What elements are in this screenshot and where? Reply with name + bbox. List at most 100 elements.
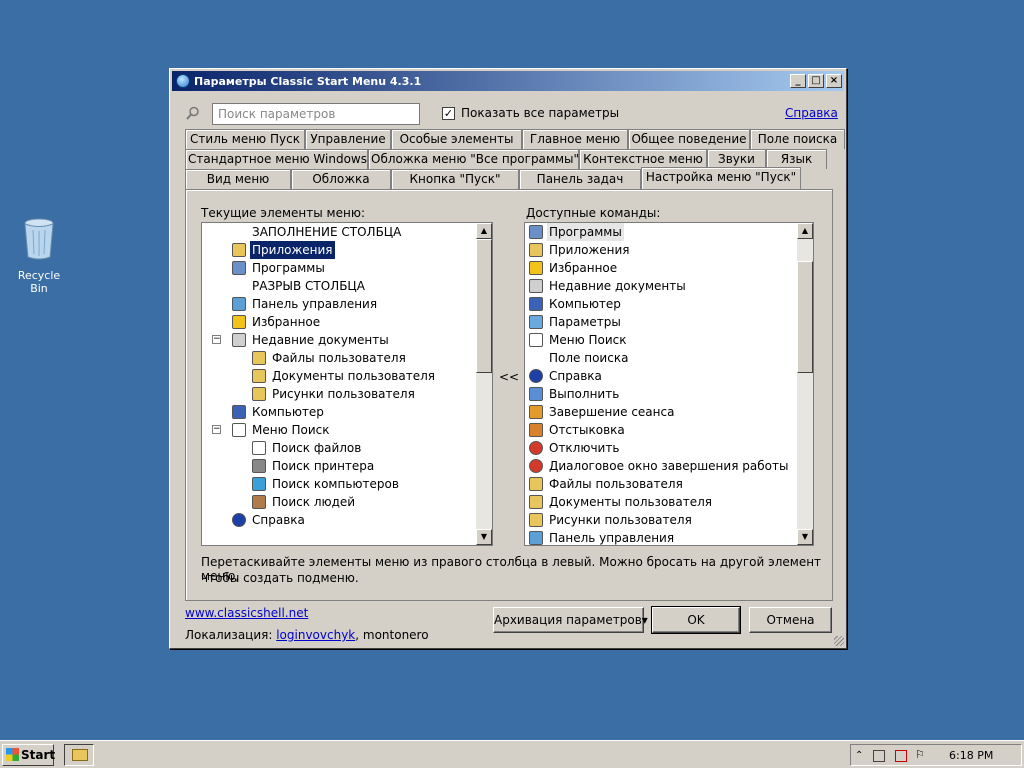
close-button[interactable]: × (826, 74, 842, 88)
tab-menu-look[interactable]: Вид меню (185, 169, 291, 189)
show-all-checkbox[interactable]: ✓ (442, 107, 455, 120)
list-item[interactable]: Панель управления (525, 529, 813, 545)
current-items-list: ЗАПОЛНЕНИЕ СТОЛБЦА Приложения Программы РАЗ… (202, 223, 492, 529)
start-button[interactable]: Start (2, 744, 56, 766)
tree-item[interactable]: Документы пользователя (202, 367, 492, 385)
clock[interactable]: 6:18 PM (949, 749, 993, 762)
website-link[interactable]: www.classicshell.net (185, 606, 308, 620)
tree-item[interactable]: − Меню Поиск (202, 421, 492, 439)
tree-item[interactable]: − Недавние документы (202, 331, 492, 349)
tree-item[interactable]: ЗАПОЛНЕНИЕ СТОЛБЦА (202, 223, 492, 241)
list-item[interactable]: Избранное (525, 259, 813, 277)
tab-customize-start-menu[interactable]: Настройка меню "Пуск" (641, 167, 801, 189)
tab-search-box[interactable]: Поле поиска (750, 129, 845, 149)
item-label: Документы пользователя (272, 369, 435, 383)
tab-context-menu[interactable]: Контекстное меню (579, 149, 707, 169)
scroll-down-arrow-icon[interactable]: ▼ (476, 529, 492, 545)
network-icon[interactable] (873, 750, 885, 762)
tab-start-menu-style[interactable]: Стиль меню Пуск (185, 129, 305, 149)
scroll-thumb[interactable] (797, 261, 813, 373)
list-item[interactable]: Приложения (525, 241, 813, 259)
tab-language[interactable]: Язык (766, 149, 827, 169)
volume-muted-icon[interactable] (895, 750, 907, 762)
list-item[interactable]: Файлы пользователя (525, 475, 813, 493)
tab-sounds[interactable]: Звуки (707, 149, 766, 169)
tree-item[interactable]: Избранное (202, 313, 492, 331)
scroll-down-arrow-icon[interactable]: ▼ (797, 529, 813, 545)
item-label: Меню Поиск (252, 423, 330, 437)
minimize-button[interactable]: _ (790, 74, 806, 88)
expander-icon[interactable]: − (212, 335, 221, 344)
maximize-button[interactable]: □ (808, 74, 824, 88)
list-item[interactable]: Отключить (525, 439, 813, 457)
list-item[interactable]: Рисунки пользователя (525, 511, 813, 529)
list-item[interactable]: Выполнить (525, 385, 813, 403)
tree-item[interactable]: Справка (202, 511, 492, 529)
start-label: Start (21, 748, 56, 762)
ok-button[interactable]: OK (651, 606, 741, 634)
tree-item[interactable]: Рисунки пользователя (202, 385, 492, 403)
tab-skin[interactable]: Обложка (291, 169, 391, 189)
list-item[interactable]: Программы (525, 223, 813, 241)
tree-item[interactable]: Поиск принтера (202, 457, 492, 475)
tree-item[interactable]: РАЗРЫВ СТОЛБЦА (202, 277, 492, 295)
tree-item[interactable]: Файлы пользователя (202, 349, 492, 367)
list-item[interactable]: Меню Поиск (525, 331, 813, 349)
tree-item[interactable]: Поиск людей (202, 493, 492, 511)
list-item[interactable]: Компьютер (525, 295, 813, 313)
list-item[interactable]: Отстыковка (525, 421, 813, 439)
list-item[interactable]: Недавние документы (525, 277, 813, 295)
current-items-tree[interactable]: ЗАПОЛНЕНИЕ СТОЛБЦА Приложения Программы РАЗ… (201, 222, 493, 546)
item-label: Меню Поиск (549, 333, 627, 347)
item-label: Диалоговое окно завершения работы (549, 459, 789, 473)
title-bar[interactable]: Параметры Classic Start Menu 4.3.1 _ □ × (172, 71, 844, 91)
list-item[interactable]: Завершение сеанса (525, 403, 813, 421)
item-label: Компьютер (549, 297, 621, 311)
backup-settings-button[interactable]: Архивация параметров▾ (493, 607, 648, 633)
item-label: Поиск файлов (272, 441, 362, 455)
list-item[interactable]: Поле поиска (525, 349, 813, 367)
available-scrollbar[interactable]: ▲ ▼ (797, 223, 813, 545)
list-item[interactable]: Диалоговое окно завершения работы (525, 457, 813, 475)
tree-item[interactable]: Панель управления (202, 295, 492, 313)
tab-row-3: Вид меню Обложка Кнопка "Пуск" Панель за… (185, 167, 801, 189)
scroll-up-arrow-icon[interactable]: ▲ (476, 223, 492, 239)
move-left-button[interactable]: << (499, 370, 519, 384)
scroll-up-arrow-icon[interactable]: ▲ (797, 223, 813, 239)
taskbar-explorer-button[interactable] (64, 744, 94, 766)
search-input[interactable]: Поиск параметров (212, 103, 420, 125)
tab-standard-windows-menu[interactable]: Стандартное меню Windows (185, 149, 368, 169)
expander-icon[interactable]: − (212, 425, 221, 434)
item-label: Файлы пользователя (272, 351, 406, 365)
help-link[interactable]: Справка (785, 106, 838, 120)
cancel-button[interactable]: Отмена (749, 607, 832, 633)
list-item[interactable]: Документы пользователя (525, 493, 813, 511)
tree-item[interactable]: Поиск файлов (202, 439, 492, 457)
item-label: Рисунки пользователя (272, 387, 415, 401)
tab-start-button[interactable]: Кнопка "Пуск" (391, 169, 519, 189)
scroll-thumb[interactable] (476, 239, 492, 373)
tree-item[interactable]: Программы (202, 259, 492, 277)
tab-controls[interactable]: Управление (305, 129, 391, 149)
tab-special-items[interactable]: Особые элементы (391, 129, 522, 149)
available-commands-list[interactable]: Программы Приложения Избранное Недавние док… (524, 222, 814, 546)
recycle-bin-desktop-icon[interactable]: Recycle Bin (8, 216, 70, 295)
action-center-flag-icon[interactable]: ⚐ (915, 748, 927, 761)
resize-grip-icon[interactable] (834, 636, 844, 646)
list-item[interactable]: Параметры (525, 313, 813, 331)
people-icon (252, 495, 266, 509)
search-icon (529, 333, 543, 347)
tree-item[interactable]: Компьютер (202, 403, 492, 421)
current-items-scrollbar[interactable]: ▲ ▼ (476, 223, 492, 545)
localization-author-link[interactable]: loginvovchyk (276, 628, 355, 642)
tab-general-behavior[interactable]: Общее поведение (628, 129, 750, 149)
show-hidden-icons-icon[interactable]: ⌃ (855, 750, 867, 762)
tree-item[interactable]: Поиск компьютеров (202, 475, 492, 493)
tab-main-menu[interactable]: Главное меню (522, 129, 628, 149)
system-tray: ⌃ ⚐ 6:18 PM (850, 744, 1022, 766)
tab-row-1: Стиль меню Пуск Управление Особые элемен… (185, 129, 845, 149)
list-item[interactable]: Справка (525, 367, 813, 385)
tree-item[interactable]: Приложения (202, 241, 492, 259)
tab-taskbar[interactable]: Панель задач (519, 169, 641, 189)
tab-all-programs-skin[interactable]: Обложка меню "Все программы" (368, 149, 579, 169)
